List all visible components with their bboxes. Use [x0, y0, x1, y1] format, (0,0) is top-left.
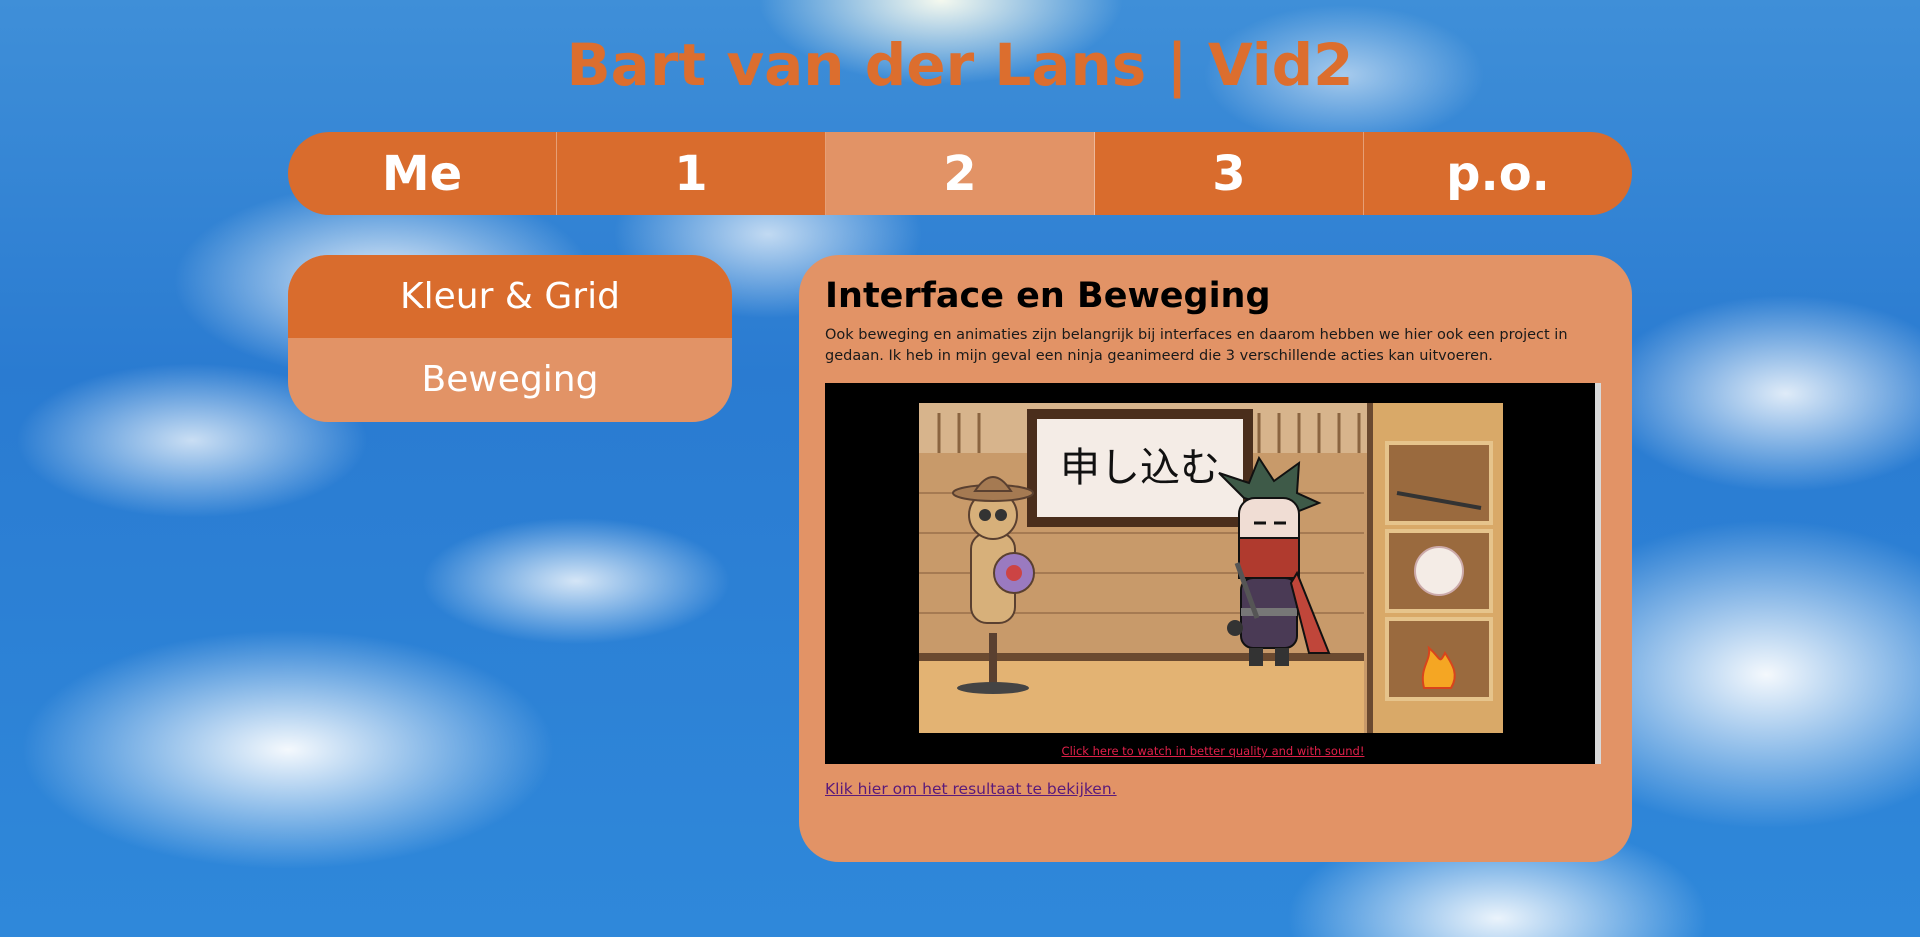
ninja-animation-scene: 申し込む	[919, 403, 1503, 733]
content-panel: Interface en Beweging Ook beweging en an…	[799, 255, 1632, 862]
video-embed[interactable]: 申し込む Click here to watch in better quali…	[825, 383, 1601, 764]
shelf-box-shuriken	[1385, 529, 1493, 613]
video-scrollbar[interactable]	[1595, 383, 1601, 764]
content-heading: Interface en Beweging	[825, 276, 1271, 316]
sub-nav: Kleur & Grid Beweging	[288, 255, 732, 422]
shelf-box-sword	[1385, 441, 1493, 525]
nav-item-po[interactable]: p.o.	[1364, 132, 1632, 215]
nav-item-me[interactable]: Me	[288, 132, 557, 215]
nav-item-1[interactable]: 1	[557, 132, 826, 215]
scene-floor-edge	[919, 653, 1364, 661]
shelf-box-fire	[1385, 617, 1493, 701]
video-watch-link[interactable]: Click here to watch in better quality an…	[825, 744, 1601, 758]
site-title: Bart van der Lans | Vid2	[566, 31, 1354, 99]
content-body: Ook beweging en animaties zijn belangrij…	[825, 327, 1568, 364]
subnav-item-beweging[interactable]: Beweging	[288, 338, 732, 421]
subnav-item-kleur-grid[interactable]: Kleur & Grid	[288, 255, 732, 338]
sign-text: 申し込む	[1060, 445, 1220, 491]
main-nav: Me 1 2 3 p.o.	[288, 132, 1632, 215]
result-link[interactable]: Klik hier om het resultaat te bekijken.	[825, 780, 1117, 798]
scene-floor	[919, 658, 1364, 733]
shuriken-icon	[1414, 546, 1464, 596]
video-frame[interactable]: 申し込む	[919, 403, 1503, 733]
nav-item-3[interactable]: 3	[1095, 132, 1364, 215]
nav-item-2[interactable]: 2	[826, 132, 1095, 215]
